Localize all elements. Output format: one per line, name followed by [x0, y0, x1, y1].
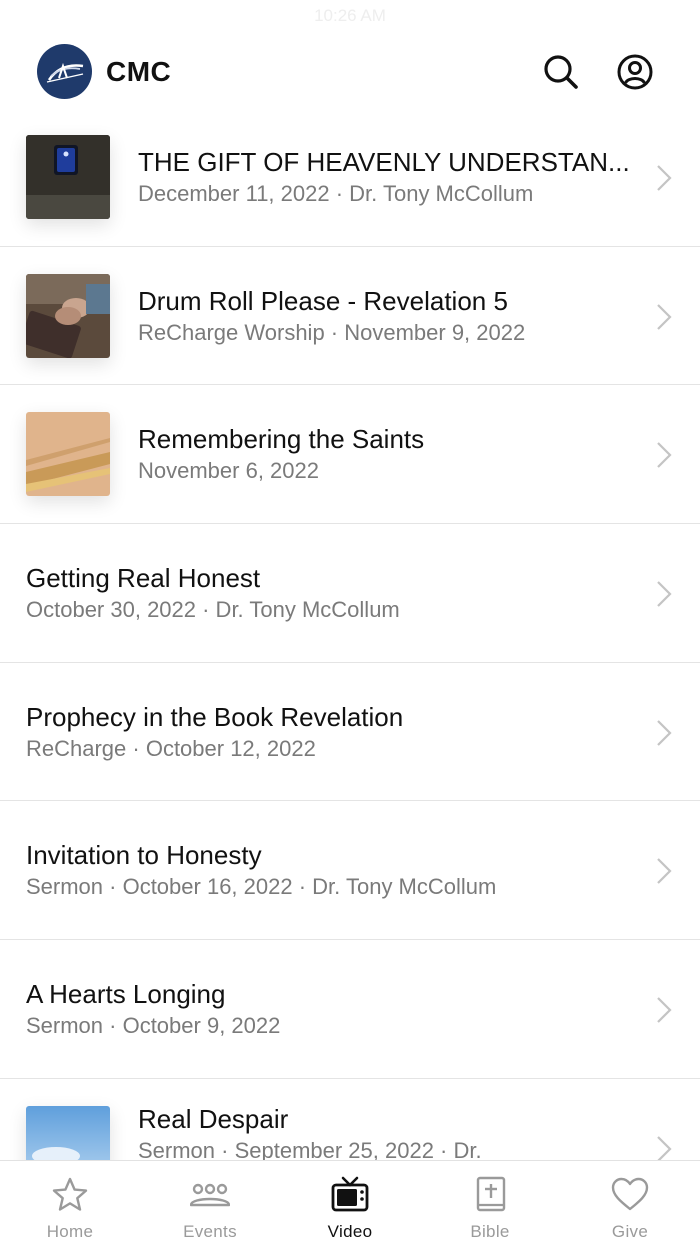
tab-label-give: Give [611, 1222, 649, 1241]
video-subtitle: Sermon · September 25, 2022 · Dr. [138, 1137, 482, 1160]
chevron-right-icon [657, 165, 672, 191]
video-title: THE GIFT OF HEAVENLY UNDERSTAN... [138, 147, 630, 177]
video-title: Remembering the Saints [138, 424, 425, 455]
tab-label-home: Home [46, 1222, 94, 1241]
video-subtitle: Sermon · October 16, 2022 · Dr. Tony McC… [26, 874, 497, 900]
video-row[interactable]: Real Despair Sermon · September 25, 2022… [0, 1079, 700, 1160]
app-title: CMC [106, 56, 172, 87]
tv-icon [331, 1176, 369, 1212]
video-title: Real Despair [138, 1103, 289, 1134]
tab-label-video: Video [327, 1222, 373, 1241]
video-title: A Hearts Longing [26, 979, 226, 1010]
tab-home[interactable]: Home [0, 1161, 140, 1244]
video-thumbnail [26, 135, 110, 219]
video-subtitle: Sermon · October 9, 2022 [26, 1013, 281, 1039]
tab-bar: Home Events Video Bible Give [0, 1160, 700, 1244]
video-row[interactable]: THE GIFT OF HEAVENLY UNDERSTAN... Decemb… [0, 108, 700, 247]
chevron-right-icon [657, 581, 672, 607]
video-list: THE GIFT OF HEAVENLY UNDERSTAN... Decemb… [0, 108, 700, 1160]
video-title: Drum Roll Please - Revelation 5 [138, 285, 508, 316]
chevron-right-icon [657, 719, 672, 746]
tab-events[interactable]: Events [140, 1161, 280, 1244]
chevron-right-icon [657, 442, 672, 469]
video-subtitle: November 6, 2022 [138, 458, 319, 484]
video-thumbnail [26, 412, 110, 497]
video-row[interactable]: A Hearts Longing Sermon · October 9, 202… [0, 940, 700, 1079]
video-thumbnail [26, 1105, 110, 1160]
tab-give[interactable]: Give [560, 1161, 700, 1244]
church-logo[interactable] [37, 44, 92, 99]
chevron-right-icon [657, 997, 672, 1023]
video-title: Invitation to Honesty [26, 840, 262, 871]
video-subtitle: October 30, 2022 · Dr. Tony McCollum [26, 597, 400, 623]
search-button[interactable] [539, 50, 583, 94]
chevron-right-icon [657, 1136, 672, 1160]
video-row[interactable]: Invitation to Honesty Sermon · October 1… [0, 801, 700, 941]
tab-label-events: Events [183, 1222, 237, 1241]
chevron-right-icon [657, 303, 672, 330]
video-subtitle: ReCharge Worship · November 9, 2022 [138, 319, 526, 345]
people-icon [190, 1183, 230, 1207]
status-bar-time: 10:26 AM [314, 6, 386, 25]
video-row[interactable]: Prophecy in the Book Revelation ReCharge… [0, 663, 700, 802]
search-icon [544, 55, 578, 89]
tab-bible[interactable]: Bible [420, 1161, 560, 1244]
bible-icon [476, 1176, 506, 1212]
video-subtitle: ReCharge · October 12, 2022 [26, 735, 316, 761]
video-row[interactable]: Getting Real Honest October 30, 2022 · D… [0, 524, 700, 663]
account-icon [617, 54, 653, 90]
account-button[interactable] [613, 50, 657, 94]
star-icon [52, 1177, 88, 1211]
heart-icon [611, 1177, 649, 1211]
video-title: Prophecy in the Book Revelation [26, 701, 404, 732]
app-header: CMC [0, 36, 700, 106]
video-subtitle: December 11, 2022 · Dr. Tony McCollum [138, 181, 534, 206]
tab-label-bible: Bible [470, 1222, 510, 1241]
video-row[interactable]: Remembering the Saints November 6, 2022 [0, 385, 700, 525]
video-row[interactable]: Drum Roll Please - Revelation 5 ReCharge… [0, 247, 700, 386]
video-thumbnail [26, 273, 110, 358]
tab-video[interactable]: Video [280, 1161, 420, 1244]
video-title: Getting Real Honest [26, 563, 261, 594]
chevron-right-icon [657, 858, 672, 885]
